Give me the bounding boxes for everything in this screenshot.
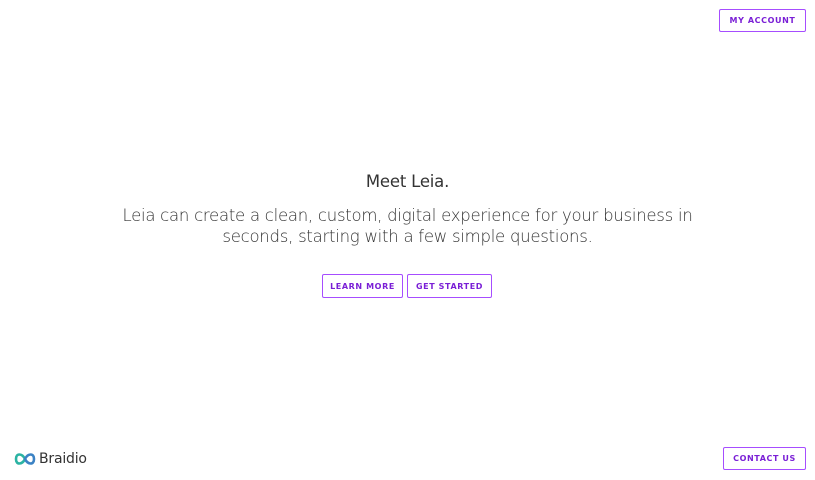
- braidio-logo-icon: [14, 453, 36, 465]
- page: MY ACCOUNT Meet Leia. Leia can create a …: [0, 0, 815, 480]
- hero-title: Meet Leia.: [365, 172, 450, 191]
- learn-more-button[interactable]: LEARN MORE: [322, 274, 403, 298]
- brand-logo[interactable]: Braidio: [14, 451, 87, 467]
- brand-name: Braidio: [39, 451, 87, 467]
- my-account-button[interactable]: MY ACCOUNT: [719, 9, 806, 32]
- get-started-button[interactable]: GET STARTED: [407, 274, 492, 298]
- contact-us-button[interactable]: CONTACT US: [723, 447, 806, 470]
- hero-description: Leia can create a clean, custom, digital…: [122, 206, 693, 246]
- hero-section: Meet Leia. Leia can create a clean, cust…: [0, 170, 815, 247]
